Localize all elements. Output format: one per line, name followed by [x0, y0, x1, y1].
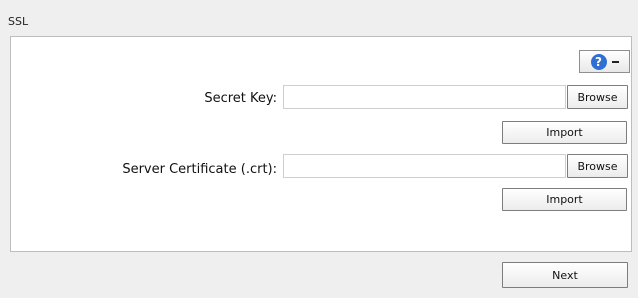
- server-certificate-input[interactable]: [283, 154, 566, 178]
- dropdown-icon: [611, 61, 619, 63]
- help-menu-button[interactable]: ?: [579, 50, 630, 73]
- ssl-settings-window: SSL ? Secret Key: Browse Import Server C…: [0, 0, 638, 298]
- window-title: SSL: [8, 15, 29, 28]
- secret-key-label: Secret Key:: [204, 91, 277, 106]
- server-certificate-label: Server Certificate (.crt):: [122, 162, 277, 177]
- secret-key-browse-button[interactable]: Browse: [567, 85, 628, 109]
- settings-panel: [10, 36, 632, 252]
- server-certificate-browse-button[interactable]: Browse: [567, 154, 628, 178]
- secret-key-import-button[interactable]: Import: [502, 121, 627, 144]
- help-icon: ?: [590, 53, 607, 70]
- next-button[interactable]: Next: [502, 262, 628, 288]
- server-certificate-import-button[interactable]: Import: [502, 188, 627, 211]
- secret-key-input[interactable]: [283, 85, 566, 109]
